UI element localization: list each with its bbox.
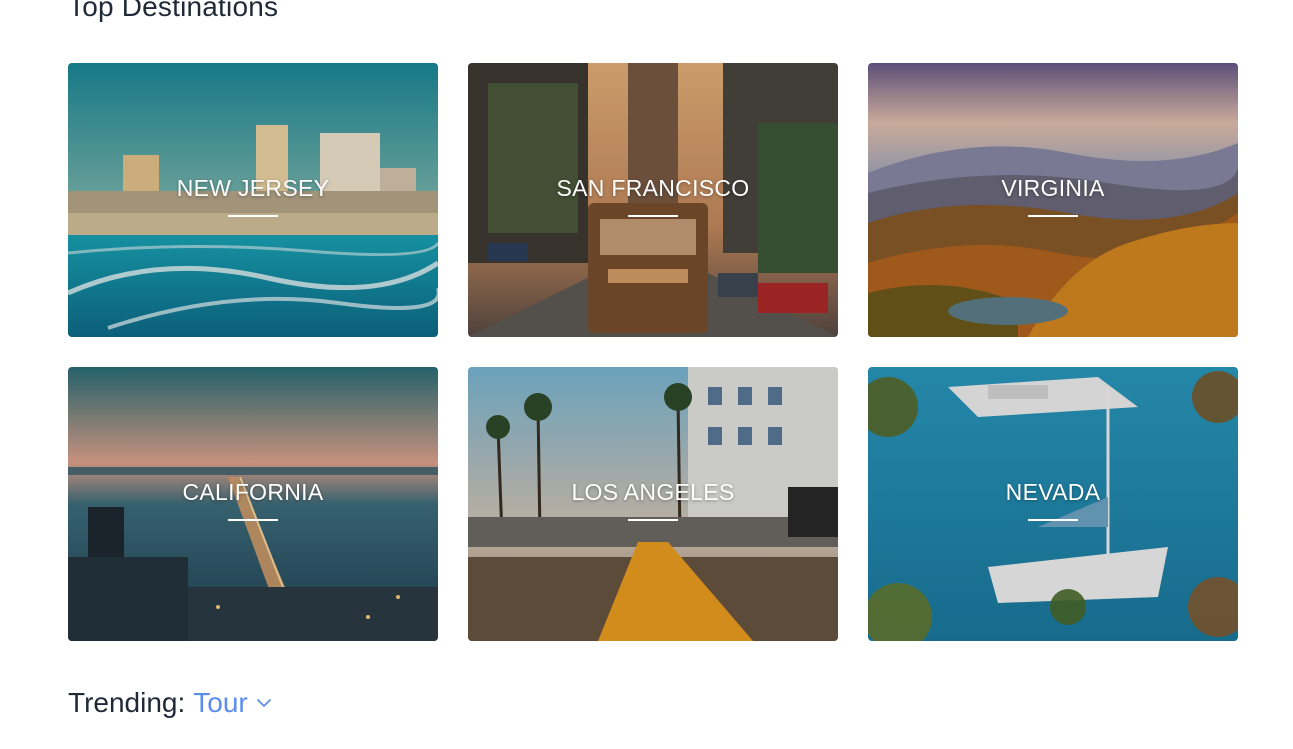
trending-header: Trending: Tour bbox=[68, 687, 272, 719]
destination-card-california[interactable]: CALIFORNIA bbox=[68, 367, 438, 641]
destination-card-los-angeles[interactable]: LOS ANGELES bbox=[468, 367, 838, 641]
card-label-wrap: SAN FRANCISCO bbox=[468, 175, 838, 217]
card-label-wrap: NEW JERSEY bbox=[68, 175, 438, 217]
destination-card-new-jersey[interactable]: NEW JERSEY bbox=[68, 63, 438, 337]
destination-card-nevada[interactable]: NEVADA bbox=[868, 367, 1238, 641]
label-underline bbox=[1028, 215, 1078, 217]
chevron-down-icon bbox=[256, 699, 271, 707]
destination-name: SAN FRANCISCO bbox=[556, 175, 750, 201]
trending-category-dropdown[interactable]: Tour bbox=[193, 687, 271, 719]
label-underline bbox=[228, 519, 278, 521]
destination-card-san-francisco[interactable]: SAN FRANCISCO bbox=[468, 63, 838, 337]
label-underline bbox=[628, 519, 678, 521]
card-label-wrap: CALIFORNIA bbox=[68, 479, 438, 521]
destination-name: LOS ANGELES bbox=[571, 479, 735, 505]
destination-card-virginia[interactable]: VIRGINIA bbox=[868, 63, 1238, 337]
label-underline bbox=[1028, 519, 1078, 521]
destinations-grid: NEW JERSEY SAN FRANCISCO VIRGINIA CALIFO… bbox=[68, 63, 1238, 641]
trending-label: Trending: bbox=[68, 687, 186, 718]
card-label-wrap: NEVADA bbox=[868, 479, 1238, 521]
card-label-wrap: LOS ANGELES bbox=[468, 479, 838, 521]
card-label-wrap: VIRGINIA bbox=[868, 175, 1238, 217]
page: Top Destinations NEW JERSEY SAN FRANCISC… bbox=[0, 0, 1293, 749]
destination-name: VIRGINIA bbox=[1001, 175, 1105, 201]
label-underline bbox=[228, 215, 278, 217]
destination-name: CALIFORNIA bbox=[182, 479, 324, 505]
destination-name: NEVADA bbox=[1005, 479, 1101, 505]
label-underline bbox=[628, 215, 678, 217]
trending-selected-value: Tour bbox=[193, 687, 248, 718]
destination-name: NEW JERSEY bbox=[176, 175, 330, 201]
section-title: Top Destinations bbox=[68, 0, 279, 22]
